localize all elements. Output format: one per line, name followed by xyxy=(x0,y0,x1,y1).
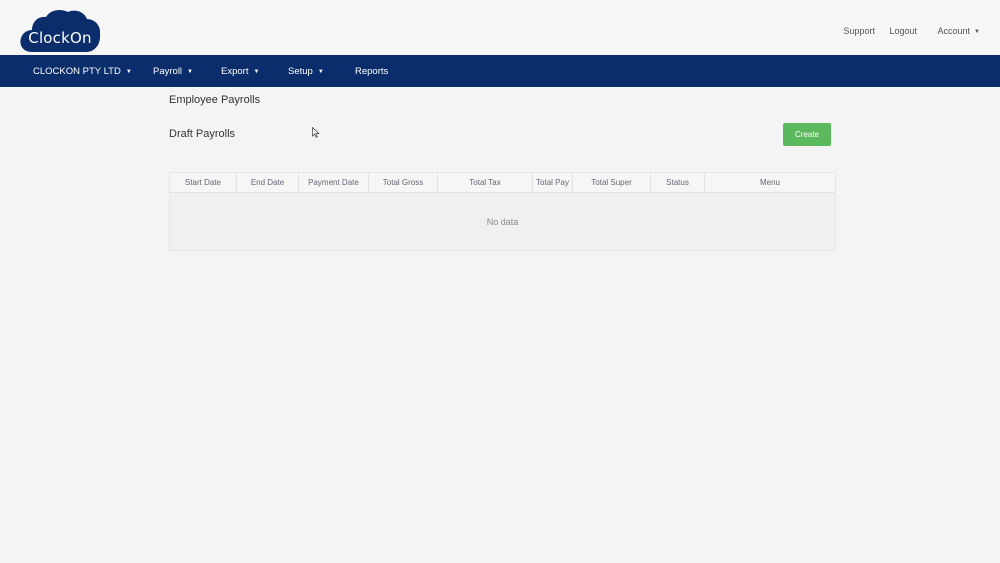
caret-down-icon: ▼ xyxy=(253,69,260,75)
empty-message: No data xyxy=(486,217,519,227)
account-menu[interactable]: Account ▼ xyxy=(938,26,980,36)
mouse-cursor-icon xyxy=(312,127,320,138)
clockon-logo[interactable]: ClockOn xyxy=(18,8,102,54)
nav-payroll[interactable]: Payroll ▼ xyxy=(153,55,193,87)
col-start-date[interactable]: Start Date xyxy=(170,173,237,193)
col-total-tax[interactable]: Total Tax xyxy=(438,173,533,193)
nav-reports[interactable]: Reports xyxy=(355,55,388,87)
create-button[interactable]: Create xyxy=(783,123,831,146)
nav-reports-label: Reports xyxy=(355,66,389,77)
nav-setup[interactable]: Setup ▼ xyxy=(288,55,324,87)
table-header: Start Date End Date Payment Date Total G… xyxy=(170,173,835,193)
nav-payroll-label: Payroll xyxy=(153,66,183,77)
page-title: Employee Payrolls xyxy=(169,94,261,106)
main-nav: CLOCKON PTY LTD ▼ Payroll ▼ Export ▼ Setup ▼… xyxy=(0,55,1000,87)
col-payment-date[interactable]: Payment Date xyxy=(299,173,369,193)
nav-company-label: CLOCKON PTY LTD xyxy=(33,66,121,77)
top-header: ClockOn Support Logout Account ▼ xyxy=(0,0,1000,55)
col-status[interactable]: Status xyxy=(651,173,705,193)
draft-payrolls-table: Start Date End Date Payment Date Total G… xyxy=(169,172,836,251)
caret-down-icon: ▼ xyxy=(125,69,132,75)
col-end-date[interactable]: End Date xyxy=(237,173,299,193)
col-total-super[interactable]: Total Super xyxy=(573,173,651,193)
caret-down-icon: ▼ xyxy=(974,29,980,35)
section-title: Draft Payrolls xyxy=(169,128,236,140)
nav-export-label: Export xyxy=(221,66,249,77)
top-links: Support Logout Account ▼ xyxy=(831,26,980,36)
logout-link[interactable]: Logout xyxy=(889,26,917,36)
logo-text: ClockOn xyxy=(28,29,92,47)
nav-company[interactable]: CLOCKON PTY LTD ▼ xyxy=(33,55,132,87)
col-total-pay[interactable]: Total Pay xyxy=(533,173,573,193)
account-label: Account xyxy=(937,26,971,36)
caret-down-icon: ▼ xyxy=(317,69,324,75)
caret-down-icon: ▼ xyxy=(187,69,193,75)
support-link[interactable]: Support xyxy=(843,26,875,36)
col-total-gross[interactable]: Total Gross xyxy=(369,173,438,193)
nav-export[interactable]: Export ▼ xyxy=(221,55,259,87)
nav-setup-label: Setup xyxy=(288,66,313,77)
col-menu: Menu xyxy=(759,178,780,187)
